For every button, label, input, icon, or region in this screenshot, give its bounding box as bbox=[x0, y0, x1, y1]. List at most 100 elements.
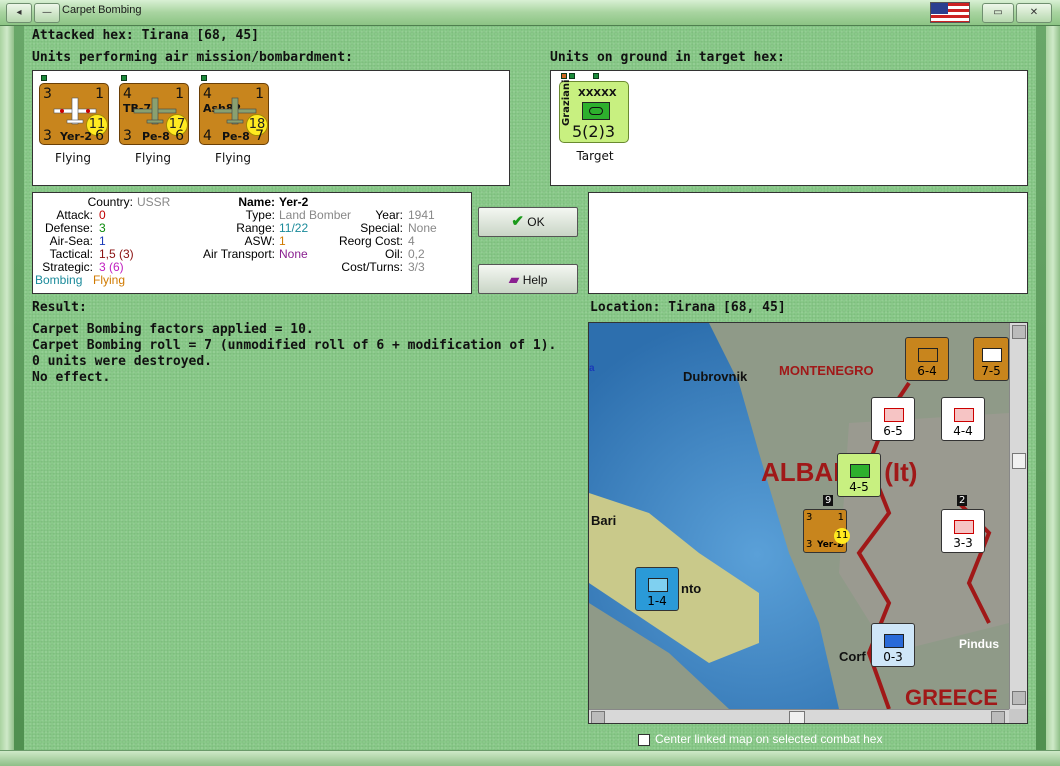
center-map-checkbox-row[interactable]: Center linked map on selected combat hex bbox=[638, 732, 882, 746]
info-reorg-label: Reorg Cost: bbox=[338, 234, 403, 248]
map-label-taranto: nto bbox=[681, 581, 702, 596]
unit-status-icon bbox=[569, 73, 575, 79]
unit-size: XXXXX bbox=[578, 88, 617, 99]
close-button[interactable]: ✕ bbox=[1016, 3, 1052, 23]
minimize-button[interactable]: — bbox=[34, 3, 60, 23]
info-year-label: Year: bbox=[375, 208, 403, 222]
map-counter-air-bomber[interactable]: 3 1 3 Yer-2 6 11 bbox=[803, 509, 850, 553]
anchor-symbol-icon bbox=[648, 578, 668, 592]
info-air-transport: None bbox=[279, 247, 308, 261]
info-range-label: Range: bbox=[236, 221, 275, 235]
ground-unit-counter: XXXXX Graziani 5(2)3 bbox=[559, 80, 629, 143]
map-counter-value: 0-3 bbox=[883, 650, 903, 664]
unit-name: Pe-8 bbox=[222, 130, 250, 143]
map-air-defense: 1 bbox=[837, 512, 844, 523]
map-label-bari: Bari bbox=[591, 513, 617, 528]
map-label-corfu: Corf bbox=[839, 649, 866, 664]
info-airsea-label: Air-Sea: bbox=[49, 234, 93, 248]
map-vertical-scrollbar[interactable] bbox=[1009, 323, 1027, 709]
info-defense: 3 bbox=[99, 221, 106, 235]
scroll-down-arrow-icon[interactable] bbox=[1012, 691, 1026, 705]
info-cost-label: Cost/Turns: bbox=[341, 260, 403, 274]
info-country-label: Country: bbox=[87, 195, 133, 209]
air-unit-yer2[interactable]: 3 1 11 Yer-2 3 6 Flying bbox=[39, 75, 109, 165]
mountain-symbol-icon bbox=[884, 634, 904, 648]
scroll-left-arrow-icon[interactable] bbox=[591, 711, 605, 723]
map-label-fragment: a bbox=[589, 363, 595, 374]
help-book-icon: ▰ bbox=[508, 271, 520, 287]
map-counter-naval[interactable]: 1-4 bbox=[635, 567, 679, 611]
ground-unit-graziani[interactable]: XXXXX Graziani 5(2)3 Target bbox=[559, 73, 633, 163]
map-counter-montenegro-2[interactable]: 7-5 bbox=[973, 337, 1009, 381]
info-special-label: Special: bbox=[360, 221, 403, 235]
map-counter-montenegro-1[interactable]: 6-4 bbox=[905, 337, 949, 381]
location-map[interactable]: Dubrovnik MONTENEGRO ALBANIA (It) Bari n… bbox=[588, 322, 1028, 724]
help-button[interactable]: ▰ Help bbox=[478, 264, 578, 294]
bottom-border bbox=[0, 750, 1060, 766]
air-units-panel: 3 1 11 Yer-2 3 6 Flying 4 1 TB-7 17 Pe-8… bbox=[32, 70, 510, 186]
info-country: USSR bbox=[137, 195, 171, 209]
result-label: Result: bbox=[32, 300, 87, 315]
map-counter-greek[interactable]: 0-3 bbox=[871, 623, 915, 667]
air-units-label: Units performing air mission/bombardment… bbox=[32, 50, 353, 65]
map-counter-yug-3[interactable]: 3-3 bbox=[941, 509, 985, 553]
ok-button[interactable]: ✔ OK bbox=[478, 207, 578, 237]
info-name: Yer-2 bbox=[279, 195, 309, 209]
map-label-greece: GREECE bbox=[905, 685, 998, 710]
usa-flag-icon bbox=[930, 2, 970, 23]
location-label: Location: Tirana [68, 45] bbox=[590, 300, 786, 315]
unit-status-icon bbox=[201, 75, 207, 81]
info-tactical-label: Tactical: bbox=[49, 247, 93, 261]
dialog-body: Attacked hex: Tirana [68, 45] Units perf… bbox=[24, 26, 1036, 750]
info-strategic-label: Strategic: bbox=[42, 260, 93, 274]
info-attack-label: Attack: bbox=[56, 208, 93, 222]
center-map-checkbox[interactable] bbox=[638, 733, 650, 746]
unit-status-caption: Flying bbox=[135, 151, 171, 165]
unit-status-icon bbox=[593, 73, 599, 79]
info-status: Flying bbox=[93, 273, 126, 287]
infantry-symbol-icon bbox=[954, 520, 974, 534]
info-mission: Bombing bbox=[35, 273, 83, 287]
air-unit-pe8-ash82[interactable]: 4 1 Ash82 18 Pe-8 4 7 Flying bbox=[199, 75, 269, 165]
unit-strategic: 6 bbox=[95, 128, 104, 144]
info-oil-label: Oil: bbox=[385, 247, 403, 261]
info-range: 11/22 bbox=[279, 221, 309, 235]
map-stack-count-badge: 9 bbox=[823, 495, 834, 506]
ok-button-label: OK bbox=[527, 215, 545, 229]
unit-strategic: 7 bbox=[255, 128, 264, 144]
info-type-label: Type: bbox=[245, 208, 275, 222]
map-counter-value: 4-4 bbox=[953, 424, 973, 438]
restore-button[interactable]: ▭ bbox=[982, 3, 1014, 23]
map-counter-yug-2[interactable]: 4-4 bbox=[941, 397, 985, 441]
checkmark-icon: ✔ bbox=[511, 213, 524, 230]
scroll-up-arrow-icon[interactable] bbox=[1012, 325, 1026, 339]
map-air-tactical: 3 bbox=[806, 539, 813, 550]
info-name-label: Name: bbox=[238, 195, 275, 209]
map-counter-italian[interactable]: 4-5 bbox=[837, 453, 881, 497]
info-cost: 3/3 bbox=[408, 260, 425, 274]
title-bar[interactable]: ◂ — Carpet Bombing ▭ ✕ bbox=[0, 0, 1060, 26]
air-unit-pe8-tb7[interactable]: 4 1 TB-7 17 Pe-8 3 6 Flying bbox=[119, 75, 189, 165]
infantry-symbol-icon bbox=[954, 408, 974, 422]
result-line: Carpet Bombing roll = 7 (unmodified roll… bbox=[32, 338, 557, 353]
scroll-right-arrow-icon[interactable] bbox=[991, 711, 1005, 723]
infantry-symbol-icon bbox=[884, 408, 904, 422]
attacked-hex-label: Attacked hex: Tirana [68, 45] bbox=[32, 28, 259, 43]
system-menu-button[interactable]: ◂ bbox=[6, 3, 32, 23]
ground-units-panel: XXXXX Graziani 5(2)3 Target bbox=[550, 70, 1028, 186]
info-reorg: 4 bbox=[408, 234, 415, 248]
scroll-thumb[interactable] bbox=[789, 711, 805, 723]
map-counter-yug-1[interactable]: 6-5 bbox=[871, 397, 915, 441]
unit-status-caption: Flying bbox=[55, 151, 91, 165]
center-map-label: Center linked map on selected combat hex bbox=[655, 732, 883, 746]
infantry-symbol-icon bbox=[918, 348, 938, 362]
map-label-montenegro: MONTENEGRO bbox=[779, 363, 874, 378]
scroll-thumb[interactable] bbox=[1012, 453, 1026, 469]
air-unit-counter: 4 1 Ash82 18 Pe-8 4 7 bbox=[199, 83, 269, 145]
result-line: 0 units were destroyed. bbox=[32, 354, 213, 369]
help-button-label: Help bbox=[522, 273, 548, 287]
infantry-symbol-icon bbox=[982, 348, 1002, 362]
left-border bbox=[0, 26, 14, 750]
map-horizontal-scrollbar[interactable] bbox=[589, 709, 1009, 723]
info-oil: 0,2 bbox=[408, 247, 425, 261]
